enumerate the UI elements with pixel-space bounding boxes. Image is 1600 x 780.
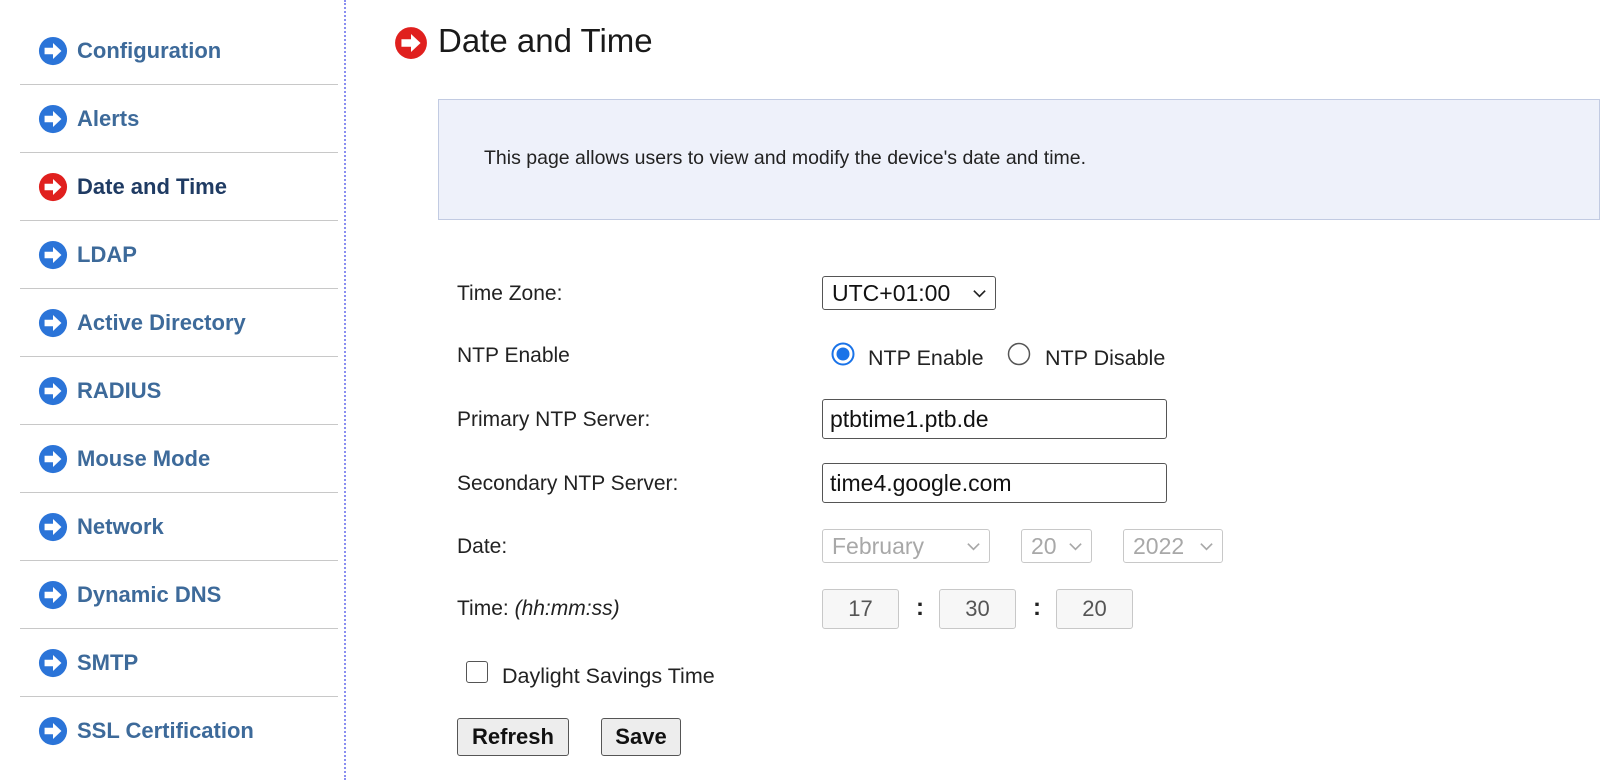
ntp-enable-label: NTP Enable (457, 344, 570, 367)
arrow-right-circle-icon (38, 512, 68, 542)
arrow-right-circle-icon (38, 172, 68, 202)
sidebar-item-label: SMTP (77, 649, 139, 675)
chevron-down-icon (972, 286, 987, 301)
sidebar-item-radius[interactable]: RADIUS (20, 357, 338, 425)
ntp-disable-option-label[interactable]: NTP Disable (1045, 346, 1165, 371)
sidebar-item-ssl-certification[interactable]: SSL Certification (20, 697, 338, 765)
day-select[interactable]: 20 (1021, 529, 1092, 563)
sidebar-item-label: SSL Certification (77, 718, 254, 743)
secondary-ntp-value: time4.google.com (830, 469, 1012, 496)
sidebar-item-label: LDAP (77, 241, 137, 267)
timezone-select[interactable]: UTC+01:00 (822, 276, 996, 310)
time-format-hint: (hh:mm:ss) (514, 597, 620, 620)
arrow-right-circle-icon (38, 716, 68, 746)
year-select[interactable]: 2022 (1123, 529, 1223, 563)
month-value: February (832, 532, 925, 559)
ntp-enable-option-label[interactable]: NTP Enable (868, 346, 984, 371)
minutes-value: 30 (965, 596, 990, 621)
sidebar-item-label: Dynamic DNS (77, 581, 222, 607)
sidebar-item-label: Active Directory (77, 309, 246, 335)
ntp-enable-radio[interactable] (831, 342, 855, 366)
sidebar-item-network[interactable]: Network (20, 493, 338, 561)
chevron-down-icon (1199, 539, 1214, 554)
arrow-right-circle-icon (38, 580, 68, 610)
arrow-right-circle-icon (38, 36, 68, 66)
year-value: 2022 (1133, 532, 1185, 559)
refresh-button[interactable]: Refresh (457, 718, 569, 756)
chevron-down-icon (966, 539, 981, 554)
arrow-right-circle-icon (38, 444, 68, 474)
minutes-input[interactable]: 30 (939, 589, 1016, 629)
time-label-text: Time: (457, 597, 509, 620)
seconds-input[interactable]: 20 (1056, 589, 1133, 629)
arrow-right-circle-icon (38, 240, 68, 270)
arrow-right-circle-icon (38, 376, 68, 406)
sidebar-item-label: Date and Time (77, 173, 227, 199)
month-select[interactable]: February (822, 529, 990, 563)
sidebar-item-configuration[interactable]: Configuration (20, 17, 338, 85)
save-button[interactable]: Save (601, 718, 681, 756)
sidebar-item-date-and-time[interactable]: Date and Time (20, 153, 338, 221)
dst-checkbox[interactable] (466, 661, 488, 683)
sidebar-item-label: Configuration (77, 37, 222, 63)
time-separator: : (1033, 594, 1041, 621)
page-title: Date and Time (438, 22, 653, 59)
time-separator: : (916, 594, 924, 621)
primary-ntp-label: Primary NTP Server: (457, 408, 651, 431)
chevron-down-icon (1068, 539, 1083, 554)
sidebar-item-smtp[interactable]: SMTP (20, 629, 338, 697)
sidebar-item-label: Alerts (77, 105, 140, 131)
sidebar: Configuration Alerts Date and Time LDAP … (0, 0, 346, 780)
ntp-disable-radio[interactable] (1007, 342, 1031, 366)
page-description: This page allows users to view and modif… (484, 147, 1087, 169)
date-label: Date: (457, 535, 508, 558)
arrow-right-circle-icon (38, 648, 68, 678)
arrow-right-circle-icon (38, 308, 68, 338)
sidebar-item-label: Mouse Mode (77, 445, 211, 471)
hours-input[interactable]: 17 (822, 589, 899, 629)
time-label: Time: (hh:mm:ss) (457, 597, 620, 621)
sidebar-item-active-directory[interactable]: Active Directory (20, 289, 338, 357)
hours-value: 17 (848, 596, 873, 621)
seconds-value: 20 (1082, 596, 1107, 621)
timezone-value: UTC+01:00 (832, 279, 951, 306)
secondary-ntp-label: Secondary NTP Server: (457, 472, 679, 495)
primary-ntp-input[interactable]: ptbtime1.ptb.de (822, 399, 1167, 439)
primary-ntp-value: ptbtime1.ptb.de (830, 405, 989, 432)
sidebar-item-dynamic-dns[interactable]: Dynamic DNS (20, 561, 338, 629)
timezone-label: Time Zone: (457, 282, 563, 305)
sidebar-item-label: RADIUS (77, 377, 162, 403)
arrow-right-circle-icon (394, 26, 428, 60)
sidebar-item-mouse-mode[interactable]: Mouse Mode (20, 425, 338, 493)
sidebar-item-label: Network (77, 513, 164, 539)
sidebar-item-ldap[interactable]: LDAP (20, 221, 338, 289)
day-value: 20 (1031, 532, 1057, 559)
arrow-right-circle-icon (38, 104, 68, 134)
sidebar-item-alerts[interactable]: Alerts (20, 85, 338, 153)
secondary-ntp-input[interactable]: time4.google.com (822, 463, 1167, 503)
info-box: This page allows users to view and modif… (438, 99, 1600, 220)
dst-label[interactable]: Daylight Savings Time (502, 664, 715, 689)
